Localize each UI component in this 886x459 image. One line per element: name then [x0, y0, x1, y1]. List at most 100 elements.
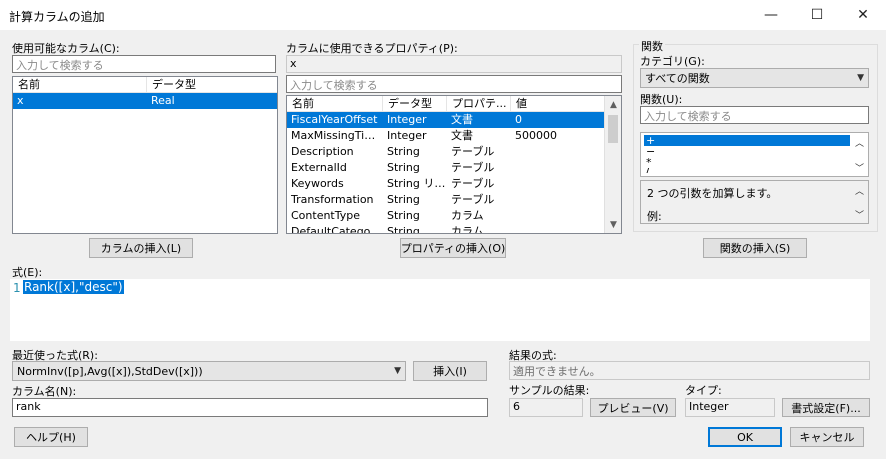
property-row-prop: カラム: [451, 225, 484, 234]
function-description-box: 2 つの引数を加算します。 例: ︿ ﹀: [640, 180, 869, 224]
type-label: タイプ:: [685, 384, 722, 397]
properties-header-value[interactable]: 値: [511, 96, 605, 111]
function-item[interactable]: /: [644, 168, 850, 173]
window-title: 計算カラムの追加: [9, 10, 105, 24]
type-field: Integer: [685, 398, 775, 417]
columns-header: 名前 データ型: [13, 77, 277, 93]
property-row-name: FiscalYearOffset: [291, 113, 378, 126]
property-row[interactable]: Description String テーブル: [287, 144, 605, 160]
property-row[interactable]: MaxMissingTime... Integer 文書 500000: [287, 128, 605, 144]
function-example-label: 例:: [647, 210, 662, 223]
property-row-name: Transformation: [291, 193, 374, 206]
scroll-thumb[interactable]: [608, 115, 618, 143]
property-row-type: String リスト: [387, 177, 447, 190]
cancel-button[interactable]: キャンセル: [790, 427, 864, 447]
chevron-down-icon: ▼: [394, 366, 401, 376]
property-row-value: 500000: [515, 129, 557, 142]
properties-rows: FiscalYearOffset Integer 文書 0 MaxMissingTime…: [287, 112, 605, 234]
chevron-down-icon: ▼: [857, 73, 864, 83]
property-row-value: [511, 176, 605, 192]
column-row-name: x: [17, 94, 24, 107]
chevron-down-icon[interactable]: ﹀: [855, 208, 864, 221]
help-button[interactable]: ヘルプ(H): [14, 427, 88, 447]
properties-header-prop[interactable]: プロパテ...: [447, 96, 511, 111]
property-row-name: Description: [291, 145, 354, 158]
category-select[interactable]: すべての関数 ▼: [640, 68, 869, 88]
property-row-value: 0: [515, 113, 522, 126]
recent-select[interactable]: NormInv([p],Avg([x]),StdDev([x])) ▼: [12, 361, 406, 381]
property-row-prop: 文書: [451, 129, 473, 142]
property-row-name: ExternalId: [291, 161, 347, 174]
property-row[interactable]: Keywords String リストテーブル: [287, 176, 605, 192]
property-row-prop: 文書: [451, 113, 473, 126]
recent-value: NormInv([p],Avg([x]),StdDev([x])): [17, 364, 203, 378]
maximize-button[interactable]: ☐: [794, 0, 840, 30]
sample-result-field: 6: [509, 398, 583, 417]
property-row-type: String: [387, 161, 420, 174]
property-row[interactable]: DefaultCategori... String カラム: [287, 224, 605, 234]
expression-editor[interactable]: 1 Rank([x],"desc"): [10, 279, 870, 341]
minimize-button[interactable]: —: [748, 0, 794, 30]
column-row[interactable]: x Real: [13, 93, 277, 109]
ok-button[interactable]: OK: [708, 427, 782, 447]
properties-search-placeholder: 入力して検索する: [290, 79, 378, 92]
chevron-up-icon[interactable]: ︿: [855, 184, 864, 197]
property-row-value: [511, 160, 605, 176]
close-button[interactable]: ✕: [840, 0, 886, 30]
chevron-down-icon[interactable]: ﹀: [855, 161, 864, 174]
property-row-name: MaxMissingTime...: [291, 129, 383, 142]
properties-header-type[interactable]: データ型: [383, 96, 447, 111]
columns-list[interactable]: 名前 データ型 x Real: [12, 76, 278, 234]
function-label: 関数(U):: [640, 93, 683, 106]
columns-header-name[interactable]: 名前: [13, 77, 147, 92]
property-row-type: String: [387, 225, 420, 234]
sample-result-label: サンプルの結果:: [509, 384, 590, 397]
property-row-type: String: [387, 145, 420, 158]
chevron-up-icon[interactable]: ︿: [855, 136, 864, 149]
property-row-value: [511, 144, 605, 160]
function-item[interactable]: +: [644, 135, 850, 146]
expression-label: 式(E):: [12, 266, 43, 279]
insert-property-button[interactable]: プロパティの挿入(O): [400, 238, 506, 258]
properties-scrollbar[interactable]: ▲ ▼: [604, 96, 621, 233]
property-row-name: DefaultCategori...: [291, 225, 383, 234]
function-search-input[interactable]: 入力して検索する: [640, 106, 869, 124]
columns-header-type[interactable]: データ型: [147, 77, 277, 92]
properties-header: 名前 データ型 プロパテ... 値: [287, 96, 605, 112]
property-row-type: Integer: [387, 129, 427, 142]
properties-header-name[interactable]: 名前: [287, 96, 383, 111]
category-label: カテゴリ(G):: [640, 55, 705, 68]
property-row-value: [511, 192, 605, 208]
function-item[interactable]: −: [644, 146, 850, 157]
format-button[interactable]: 書式設定(F)...: [782, 398, 870, 417]
column-row-type: Real: [151, 94, 175, 107]
insert-function-button[interactable]: 関数の挿入(S): [703, 238, 807, 258]
insert-column-button[interactable]: カラムの挿入(L): [89, 238, 193, 258]
scroll-down-icon[interactable]: ▼: [605, 216, 621, 233]
expression-text[interactable]: Rank([x],"desc"): [23, 280, 124, 294]
function-list[interactable]: + − * / ︿ ﹀: [640, 132, 869, 177]
column-name-label: カラム名(N):: [12, 385, 77, 398]
property-row-name: Keywords: [291, 177, 344, 190]
property-row[interactable]: ExternalId String テーブル: [287, 160, 605, 176]
properties-search-input[interactable]: 入力して検索する: [286, 75, 622, 93]
property-row-name: ContentType: [291, 209, 361, 222]
properties-list[interactable]: 名前 データ型 プロパテ... 値 FiscalYearOffset Intege…: [286, 95, 622, 234]
property-row-type: String: [387, 209, 420, 222]
property-row[interactable]: ContentType String カラム: [287, 208, 605, 224]
property-row[interactable]: FiscalYearOffset Integer 文書 0: [287, 112, 605, 128]
scroll-up-icon[interactable]: ▲: [605, 96, 621, 113]
columns-search-input[interactable]: 入力して検索する: [12, 55, 276, 73]
function-item[interactable]: *: [644, 157, 850, 168]
property-row[interactable]: Transformation String テーブル: [287, 192, 605, 208]
property-row-prop: テーブル: [451, 193, 495, 206]
insert-recent-button[interactable]: 挿入(I): [413, 361, 487, 381]
property-row-type: Integer: [387, 113, 427, 126]
category-value: すべての関数: [645, 72, 710, 85]
preview-button[interactable]: プレビュー(V): [590, 398, 676, 417]
column-name-input[interactable]: rank: [12, 398, 488, 417]
property-row-value: [511, 208, 605, 224]
property-row-prop: テーブル: [451, 145, 495, 158]
property-row-prop: テーブル: [451, 177, 495, 190]
properties-label: カラムに使用できるプロパティ(P):: [286, 42, 458, 55]
